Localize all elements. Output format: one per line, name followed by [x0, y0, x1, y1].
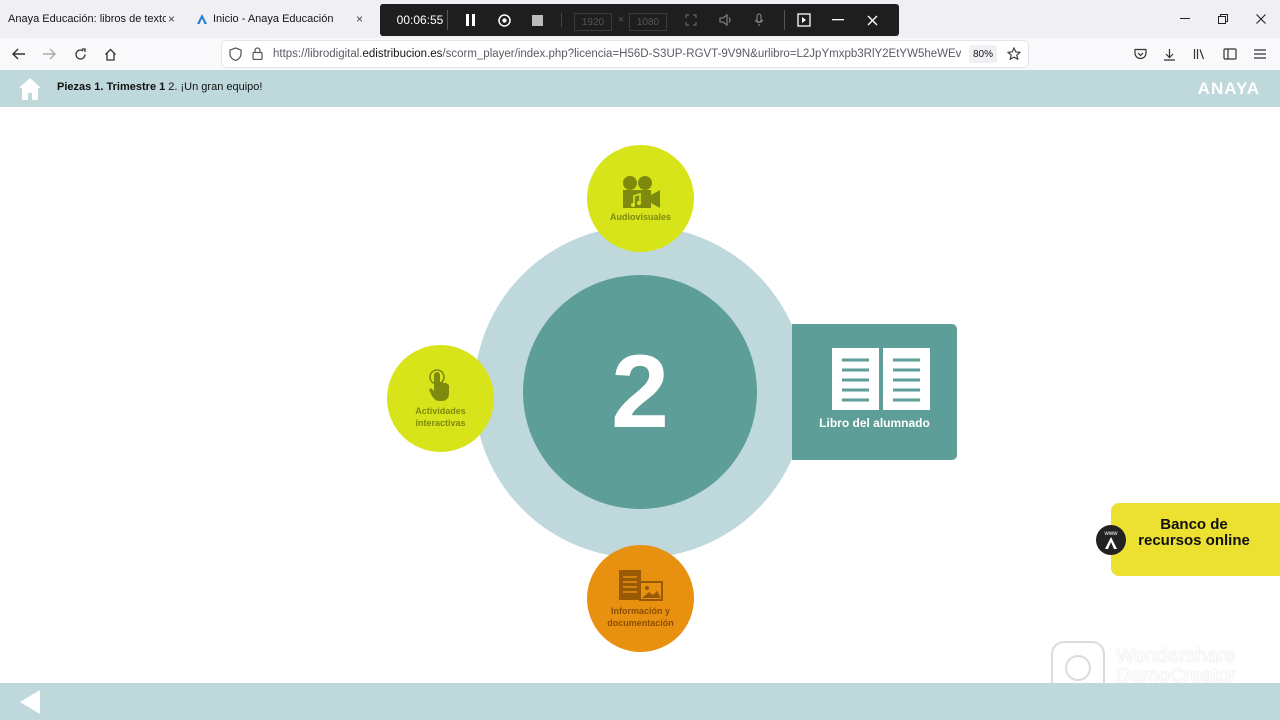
- downloads-button[interactable]: [1153, 38, 1185, 70]
- window-close-button[interactable]: [1238, 0, 1280, 38]
- stop-button[interactable]: [526, 4, 548, 36]
- restart-icon: [497, 13, 511, 27]
- video-camera-icon: [622, 175, 660, 208]
- home-button[interactable]: [94, 38, 126, 70]
- recording-timer: 00:06:55: [396, 13, 444, 27]
- close-icon: [867, 15, 877, 25]
- microphone-button[interactable]: [748, 4, 770, 36]
- play-frame-icon: [797, 13, 811, 27]
- restart-button[interactable]: [493, 4, 515, 36]
- close-tab-icon[interactable]: ×: [168, 0, 175, 38]
- minimize-icon: [1180, 18, 1190, 19]
- minimize-recorder-button[interactable]: [827, 4, 849, 36]
- pause-button[interactable]: [460, 4, 482, 36]
- touch-hand-icon: [428, 368, 449, 401]
- pocket-icon: [1133, 48, 1147, 60]
- speaker-button[interactable]: [715, 4, 737, 36]
- sidebar-icon: [1223, 48, 1237, 60]
- dimension-separator: ×: [617, 14, 625, 26]
- zoom-level-badge[interactable]: 80%: [969, 45, 997, 63]
- url-text[interactable]: https://librodigital.edistribucion.es/sc…: [273, 41, 961, 67]
- pocket-button[interactable]: [1124, 38, 1156, 70]
- fullscreen-icon: [685, 14, 697, 26]
- forward-button[interactable]: [33, 38, 65, 70]
- tab-anaya-educacion[interactable]: Anaya Educación: libros de texto, m: [8, 0, 166, 38]
- reload-button[interactable]: [64, 38, 96, 70]
- actividades-label-line1: Actividades: [415, 405, 466, 416]
- webcam-toggle-button[interactable]: [793, 4, 815, 36]
- back-button[interactable]: [3, 38, 35, 70]
- libro-label: Libro del alumnado: [819, 416, 930, 430]
- unit-number: 2: [611, 333, 669, 450]
- recorder-control-bar: 00:06:55 1920 × 1080: [380, 4, 899, 36]
- download-icon: [1163, 48, 1175, 61]
- restore-icon: [1218, 14, 1228, 24]
- breadcrumb: Piezas 1. Trimestre 1 2. ¡Un gran equipo…: [57, 81, 263, 93]
- previous-arrow-icon[interactable]: [20, 690, 40, 714]
- microphone-icon: [754, 13, 764, 26]
- shield-icon: [229, 47, 242, 61]
- address-bar[interactable]: https://librodigital.edistribucion.es/sc…: [222, 41, 1028, 67]
- informacion-label-line2: documentación: [607, 617, 674, 628]
- hamburger-menu-icon: [1254, 49, 1266, 59]
- anaya-favicon-icon: [197, 14, 207, 24]
- www-badge[interactable]: www: [1096, 525, 1126, 555]
- home-icon: [104, 48, 116, 61]
- banco-recursos-online-button[interactable]: Banco de recursos online: [1111, 503, 1280, 576]
- document-image-icon: [618, 569, 663, 601]
- pause-icon: [466, 14, 475, 26]
- audiovisuales-button[interactable]: Audiovisuales: [587, 145, 694, 252]
- app-footer: [0, 683, 1280, 720]
- menu-button[interactable]: [1244, 38, 1276, 70]
- banco-label: Banco de recursos online: [1138, 516, 1250, 549]
- watermark-text: Wondershare DemoCreator: [1116, 645, 1237, 687]
- actividades-label-line2: interactivas: [415, 417, 466, 428]
- height-field[interactable]: 1080: [629, 13, 667, 31]
- libro-del-alumnado-button[interactable]: Libro del alumnado: [792, 324, 957, 460]
- informacion-documentacion-button[interactable]: Información y documentación: [587, 545, 694, 652]
- library-button[interactable]: [1184, 38, 1216, 70]
- actividades-interactivas-button[interactable]: Actividades interactivas: [387, 345, 494, 452]
- arrow-right-icon: [43, 48, 56, 60]
- audiovisuales-label: Audiovisuales: [609, 211, 672, 222]
- open-book-icon: [832, 348, 930, 410]
- anaya-logo: ANAYA: [1197, 79, 1260, 98]
- star-icon[interactable]: [1007, 47, 1021, 61]
- width-field[interactable]: 1920: [574, 13, 612, 31]
- library-icon: [1193, 49, 1205, 60]
- anaya-a-icon: [1105, 537, 1117, 549]
- reload-icon: [74, 47, 86, 60]
- tab-inicio[interactable]: Inicio - Anaya Educación: [196, 0, 356, 38]
- close-icon: [1256, 14, 1266, 24]
- app-header: Piezas 1. Trimestre 1 2. ¡Un gran equipo…: [0, 70, 1280, 107]
- stop-icon: [531, 14, 543, 26]
- tab-title: Anaya Educación: libros de texto, m: [8, 13, 166, 25]
- lock-icon: [252, 47, 263, 60]
- fullscreen-button[interactable]: [680, 4, 702, 36]
- tab-title: Inicio - Anaya Educación: [213, 13, 334, 25]
- arrow-left-icon: [12, 48, 25, 60]
- sidebar-button[interactable]: [1214, 38, 1246, 70]
- close-recorder-button[interactable]: [861, 4, 883, 36]
- speaker-icon: [719, 14, 731, 26]
- informacion-label-line1: Información y: [610, 605, 670, 616]
- home-icon[interactable]: [18, 77, 42, 101]
- close-tab-icon[interactable]: ×: [356, 0, 363, 38]
- minimize-icon: [832, 19, 844, 21]
